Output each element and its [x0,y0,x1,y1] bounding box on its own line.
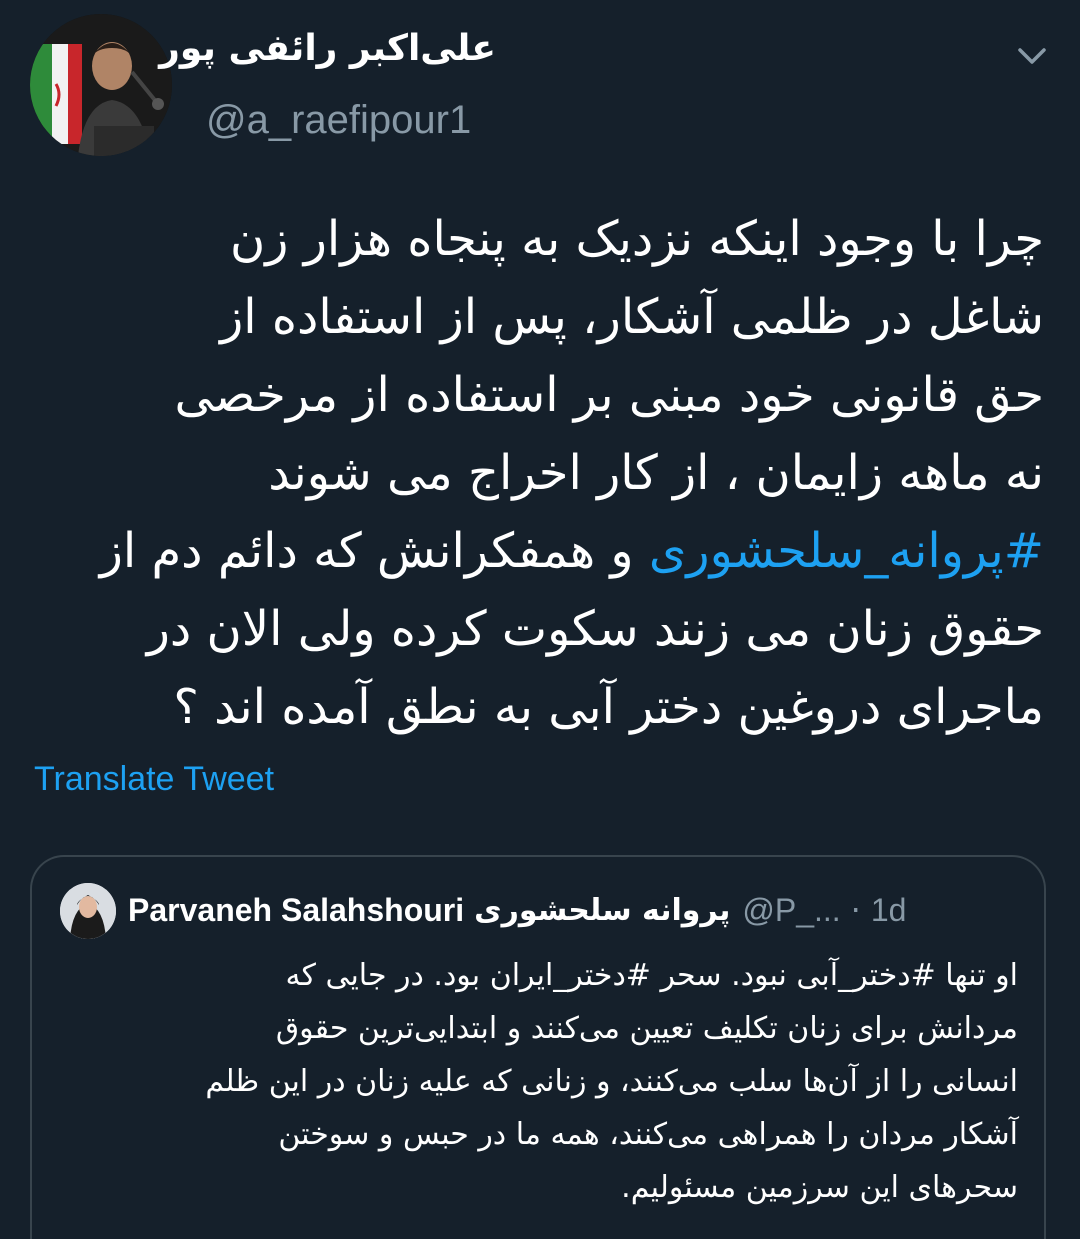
tweet-text: چرا با وجود اینکه نزدیک به پنجاه هزار زن… [34,200,1044,746]
quoted-handle[interactable]: @P_... [742,892,840,929]
tweet-line: نه ماهه زایمان ، از کار اخراج می شوند [268,445,1044,501]
tweet-line: حقوق زنان می زنند سکوت کرده ولی الان در [146,601,1044,657]
avatar[interactable] [30,14,172,156]
display-name[interactable]: علی‌اکبر رائفی پور [159,28,496,69]
chevron-down-icon[interactable] [1010,34,1054,78]
tweet[interactable]: علی‌اکبر رائفی پور @a_raefipour1 چرا با … [0,0,1080,1239]
tweet-line: شاغل در ظلمی آشکار، پس از استفاده از [220,289,1044,345]
separator-dot: · [850,891,861,929]
quoted-avatar[interactable] [60,883,116,939]
tweet-line-text: و همفکرانش که دائم دم از [99,523,649,579]
translate-tweet-link[interactable]: Translate Tweet [34,760,274,799]
quoted-text: او تنها #دختر_آبی نبود. سحر #دختر_ایران … [58,949,1018,1214]
user-handle[interactable]: @a_raefipour1 [206,98,471,143]
quoted-display-name-fa[interactable]: پروانه سلحشوری [474,893,730,928]
tweet-line: #پروانه_سلحشوری و همفکرانش که دائم دم از [34,512,1044,590]
hashtag-link[interactable]: #پروانه_سلحشوری [649,523,1044,579]
quoted-line: انسانی را از آن‌ها سلب می‌کنند، و زنانی … [205,1064,1018,1099]
quoted-avatar-photo [60,883,116,939]
quoted-line: آشکار مردان را همراهی می‌کنند، همه ما در… [278,1117,1018,1152]
quoted-display-name[interactable]: Parvaneh Salahshouri [128,892,464,929]
quoted-tweet[interactable]: Parvaneh Salahshouri پروانه سلحشوری @P_.… [30,855,1046,1239]
avatar-photo [30,14,172,156]
tweet-line: چرا با وجود اینکه نزدیک به پنجاه هزار زن [230,211,1044,267]
quoted-timestamp[interactable]: 1d [871,892,907,929]
tweet-line: حق قانونی خود مبنی بر استفاده از مرخصی [174,367,1044,423]
quoted-line: او تنها #دختر_آبی نبود. سحر #دختر_ایران … [285,958,1018,993]
quoted-line: مردانش برای زنان تکلیف تعیین می‌کنند و ا… [275,1011,1018,1046]
tweet-line: ماجرای دروغین دختر آبی به نطق آمده اند ؟ [173,679,1044,735]
quoted-line: سحرهای این سرزمین مسئولیم. [621,1170,1018,1205]
quoted-header: Parvaneh Salahshouri پروانه سلحشوری @P_.… [128,887,906,933]
